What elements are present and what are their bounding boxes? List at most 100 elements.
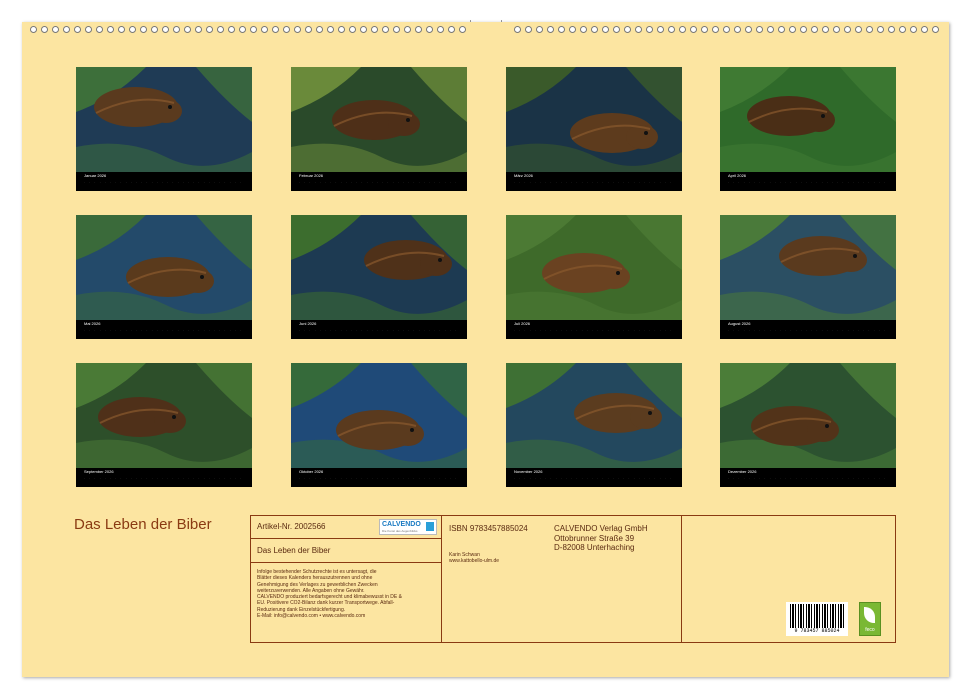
binding-ring (822, 26, 829, 33)
eco-logo: feco (859, 602, 881, 636)
binding-ring (558, 26, 565, 33)
legal-notice: Infolge bestehender Schutzrechte ist es … (257, 569, 402, 620)
binding-ring (437, 26, 444, 33)
binding-ring (74, 26, 81, 33)
wire-binding (30, 26, 940, 36)
binding-ring (855, 26, 862, 33)
month-caption: Juni 2026 (299, 321, 317, 326)
divider (681, 516, 682, 642)
month-card: Januar 2026 · · · · · · · · · · · · · · · · · · · · · · · · · · · · ·… (76, 67, 252, 191)
binding-ring (173, 26, 180, 33)
binding-ring (118, 26, 125, 33)
binding-ring (459, 26, 466, 33)
binding-ring (52, 26, 59, 33)
beaver-photo (291, 363, 467, 468)
month-caption: Oktober 2026 (299, 469, 324, 474)
binding-ring (800, 26, 807, 33)
binding-ring (404, 26, 411, 33)
binding-ring (426, 26, 433, 33)
month-day-grid: · · · · · · · · · · · · · · · · · · · · · · · · · · · · · · · (514, 476, 671, 480)
beaver-photo (291, 215, 467, 320)
divider (441, 516, 442, 642)
binding-ring (789, 26, 796, 33)
binding-ring (261, 26, 268, 33)
binding-ring (536, 26, 543, 33)
binding-ring (96, 26, 103, 33)
binding-ring (613, 26, 620, 33)
binding-ring (371, 26, 378, 33)
binding-ring (140, 26, 147, 33)
month-card: Februar 2026 · · · · · · · · · · · · · · · · · · · · · · · · · · · ·… (291, 67, 467, 191)
month-caption: März 2026 (514, 173, 533, 178)
binding-ring (624, 26, 631, 33)
month-day-grid: · · · · · · · · · · · · · · · · · · · · · · · · · · · · · · · (299, 476, 456, 480)
binding-ring (239, 26, 246, 33)
month-day-grid: · · · · · · · · · · · · · · · · · · · · · · · · · · · · · · · (514, 328, 671, 332)
binding-ring (514, 26, 521, 33)
isbn-barcode: 9 783457 885024 (786, 602, 848, 636)
binding-ring (712, 26, 719, 33)
article-number: Artikel-Nr. 2002566 (257, 522, 326, 531)
month-caption: August 2026 (728, 321, 751, 326)
binding-ring (657, 26, 664, 33)
beaver-photo (506, 363, 682, 468)
binding-ring (41, 26, 48, 33)
binding-ring (888, 26, 895, 33)
binding-ring (690, 26, 697, 33)
binding-ring (162, 26, 169, 33)
binding-ring (646, 26, 653, 33)
product-title: Das Leben der Biber (257, 546, 331, 555)
binding-ring (679, 26, 686, 33)
beaver-photo (76, 363, 252, 468)
binding-ring (360, 26, 367, 33)
calvendo-logo: CALVENDO Die Kunst des Augenblicks (379, 519, 437, 535)
month-caption: September 2026 (84, 469, 114, 474)
binding-ring (228, 26, 235, 33)
binding-ring (294, 26, 301, 33)
binding-ring (580, 26, 587, 33)
binding-ring (745, 26, 752, 33)
month-day-grid: · · · · · · · · · · · · · · · · · · · · · · · · · · · · · · · (514, 180, 671, 184)
divider (251, 562, 441, 563)
month-day-grid: · · · · · · · · · · · · · · · · · · · · · · · · · · · · · · · (728, 328, 885, 332)
month-card: März 2026 · · · · · · · · · · · · · · · · · · · · · · · · · · · · · · · (506, 67, 682, 191)
binding-ring (932, 26, 939, 33)
month-card: Mai 2026 · · · · · · · · · · · · · · · · · · · · · · · · · · · · · · · (76, 215, 252, 339)
binding-ring (206, 26, 213, 33)
binding-ring (767, 26, 774, 33)
binding-ring (63, 26, 70, 33)
imprint-box: Artikel-Nr. 2002566 CALVENDO Die Kunst d… (250, 515, 896, 643)
month-day-grid: · · · · · · · · · · · · · · · · · · · · · · · · · · · · · · · (84, 476, 241, 480)
beaver-photo (506, 215, 682, 320)
month-card: August 2026 · · · · · · · · · · · · · · · · · · · · · · · · · · · · ·… (720, 215, 896, 339)
binding-ring (382, 26, 389, 33)
beaver-photo (720, 67, 896, 172)
binding-ring (217, 26, 224, 33)
month-caption: April 2026 (728, 173, 747, 178)
month-caption: Februar 2026 (299, 173, 324, 178)
month-caption: Dezember 2026 (728, 469, 757, 474)
binding-ring (305, 26, 312, 33)
binding-ring (778, 26, 785, 33)
month-card: Dezember 2026 · · · · · · · · · · · · · · · · · · · · · · · · · · ·… (720, 363, 896, 487)
binding-ring (316, 26, 323, 33)
binding-ring (635, 26, 642, 33)
month-card: Juli 2026 · · · · · · · · · · · · · · · · · · · · · · · · · · · · · · · (506, 215, 682, 339)
beaver-photo (720, 363, 896, 468)
binding-ring (723, 26, 730, 33)
binding-ring (844, 26, 851, 33)
binding-ring (547, 26, 554, 33)
isbn: ISBN 9783457885024 (449, 524, 528, 533)
binding-ring (866, 26, 873, 33)
beaver-photo (720, 215, 896, 320)
beaver-photo (76, 67, 252, 172)
month-caption: Januar 2026 (84, 173, 107, 178)
month-card: Juni 2026 · · · · · · · · · · · · · · · · · · · · · · · · · · · · · · · (291, 215, 467, 339)
binding-ring (393, 26, 400, 33)
month-day-grid: · · · · · · · · · · · · · · · · · · · · · · · · · · · · · · · (299, 328, 456, 332)
binding-ring (569, 26, 576, 33)
binding-ring (151, 26, 158, 33)
binding-ring (283, 26, 290, 33)
binding-ring (415, 26, 422, 33)
month-day-grid: · · · · · · · · · · · · · · · · · · · · · · · · · · · · · · · (84, 328, 241, 332)
